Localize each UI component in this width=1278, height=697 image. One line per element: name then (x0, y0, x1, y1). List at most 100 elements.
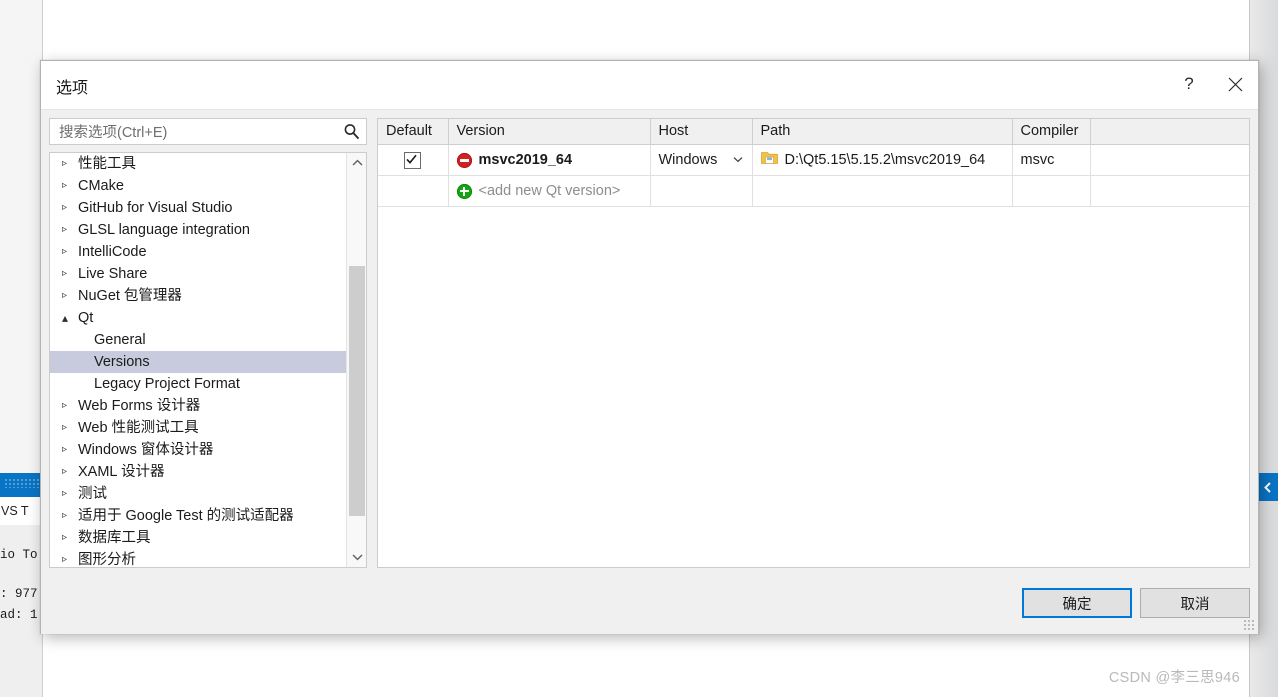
column-header-extra[interactable] (1090, 119, 1249, 145)
options-tree[interactable]: ▹ 性能工具 ▹ CMake ▹ GitHub for Visual Studio ▹ GLS… (49, 152, 367, 568)
tree-item-17[interactable]: ▹ 数据库工具 (50, 527, 346, 549)
triangle-right-icon[interactable]: ▹ (62, 285, 78, 307)
tree-item-label: XAML 设计器 (78, 464, 165, 480)
background-visual-studio-left: VS T io To : 977 ad: 1 (0, 0, 43, 697)
tree-item-1[interactable]: ▹ CMake (50, 175, 346, 197)
scrollbar-thumb[interactable] (349, 266, 365, 516)
tree-item-label: Live Share (78, 266, 148, 282)
table-row[interactable]: <add new Qt version> (378, 175, 1249, 207)
tree-item-label: Web Forms 设计器 (78, 398, 201, 414)
triangle-right-icon[interactable]: ▹ (62, 527, 78, 549)
column-header-host[interactable]: Host (650, 119, 753, 145)
triangle-right-icon[interactable]: ▹ (62, 241, 78, 263)
column-header-default[interactable]: Default (378, 119, 449, 145)
tree-item-2[interactable]: ▹ GitHub for Visual Studio (50, 197, 346, 219)
tree-item-7[interactable]: ▴ Qt (50, 307, 346, 329)
cell-host[interactable] (650, 175, 753, 207)
tree-item-4[interactable]: ▹ IntelliCode (50, 241, 346, 263)
titlebar-buttons: ? (1166, 61, 1258, 109)
default-checkbox[interactable] (404, 151, 422, 169)
column-header-compiler[interactable]: Compiler (1012, 119, 1091, 145)
cell-path[interactable] (752, 175, 1013, 207)
triangle-right-icon[interactable]: ▹ (62, 197, 78, 219)
console-line-2: : 977 (0, 587, 38, 601)
tree-item-8[interactable]: General (50, 329, 346, 351)
chevron-left-icon[interactable] (1256, 473, 1278, 501)
screen: VS T io To : 977 ad: 1 CSDN @李三思946 选项 ? (0, 0, 1278, 697)
tree-item-16[interactable]: ▹ 适用于 Google Test 的测试适配器 (50, 505, 346, 527)
help-button[interactable]: ? (1166, 61, 1212, 107)
cell-extra[interactable] (1090, 144, 1249, 176)
tree-item-label: 图形分析 (78, 552, 136, 568)
table-row[interactable]: msvc2019_64 Windows D:\Qt5.15\5.15.2\msv… (378, 144, 1249, 176)
cell-path[interactable]: D:\Qt5.15\5.15.2\msvc2019_64 (752, 144, 1013, 176)
cell-host[interactable]: Windows (650, 144, 753, 176)
ok-button[interactable]: 确定 (1022, 588, 1132, 618)
triangle-right-icon[interactable]: ▹ (62, 175, 78, 197)
background-console-output: io To : 977 ad: 1 (0, 525, 42, 697)
cell-version[interactable]: msvc2019_64 (448, 144, 651, 176)
folder-icon[interactable] (760, 151, 778, 169)
tree-scrollbar[interactable] (346, 153, 366, 567)
options-dialog: 选项 ? ▹性能工具▹CMake▹G (40, 60, 1259, 634)
triangle-right-icon[interactable]: ▹ (62, 153, 78, 175)
search-icon[interactable] (342, 122, 361, 141)
tree-item-0[interactable]: ▹ 性能工具 (50, 153, 346, 175)
tree-item-11[interactable]: ▹ Web Forms 设计器 (50, 395, 346, 417)
close-icon[interactable] (1212, 61, 1258, 107)
column-header-path[interactable]: Path (752, 119, 1013, 145)
add-new-version-label[interactable]: <add new Qt version> (479, 183, 621, 199)
tree-item-label: NuGet 包管理器 (78, 288, 182, 304)
triangle-right-icon[interactable]: ▹ (62, 483, 78, 505)
cell-default[interactable] (378, 175, 449, 207)
host-value: Windows (658, 152, 718, 168)
tree-item-label: GLSL language integration (78, 222, 250, 238)
cell-version[interactable]: <add new Qt version> (448, 175, 651, 207)
cell-extra[interactable] (1090, 175, 1249, 207)
dialog-titlebar: 选项 ? (41, 61, 1258, 110)
tree-item-13[interactable]: ▹ Windows 窗体设计器 (50, 439, 346, 461)
triangle-right-icon[interactable]: ▹ (62, 505, 78, 527)
tree-item-10[interactable]: Legacy Project Format (50, 373, 346, 395)
triangle-down-icon[interactable]: ▴ (62, 307, 78, 329)
console-line-0: io To (0, 548, 38, 562)
tree-item-18[interactable]: ▹ 图形分析 (50, 549, 346, 568)
cell-compiler[interactable] (1012, 175, 1091, 207)
dotted-pattern (4, 478, 42, 488)
console-line-3: ad: 1 (0, 608, 38, 622)
triangle-right-icon[interactable]: ▹ (62, 439, 78, 461)
tree-item-3[interactable]: ▹ GLSL language integration (50, 219, 346, 241)
chevron-down-icon[interactable] (347, 547, 366, 567)
add-circle-icon[interactable] (456, 183, 472, 199)
tree-item-5[interactable]: ▹ Live Share (50, 263, 346, 285)
tree-item-12[interactable]: ▹ Web 性能测试工具 (50, 417, 346, 439)
triangle-right-icon[interactable]: ▹ (62, 263, 78, 285)
triangle-right-icon[interactable]: ▹ (62, 219, 78, 241)
tree-item-label: Web 性能测试工具 (78, 420, 199, 436)
resize-grip[interactable] (1243, 619, 1255, 631)
cell-compiler[interactable]: msvc (1012, 144, 1091, 176)
cancel-button[interactable]: 取消 (1140, 588, 1250, 618)
tree-item-label: 性能工具 (78, 156, 136, 172)
tree-item-label: Qt (78, 310, 94, 326)
chevron-up-icon[interactable] (347, 153, 366, 173)
search-box[interactable] (49, 118, 367, 146)
tree-item-label: 适用于 Google Test 的测试适配器 (78, 508, 294, 524)
triangle-right-icon[interactable]: ▹ (62, 395, 78, 417)
tree-item-9[interactable]: Versions (50, 351, 346, 373)
tree-item-15[interactable]: ▹ 测试 (50, 483, 346, 505)
chevron-down-icon[interactable] (733, 155, 743, 166)
triangle-right-icon[interactable]: ▹ (62, 417, 78, 439)
triangle-right-icon[interactable]: ▹ (62, 549, 78, 567)
triangle-right-icon[interactable]: ▹ (62, 461, 78, 483)
background-tab-label: VS T (0, 497, 42, 526)
tree-item-14[interactable]: ▹ XAML 设计器 (50, 461, 346, 483)
column-header-version[interactable]: Version (448, 119, 651, 145)
background-selected-row (0, 473, 42, 497)
tree-item-6[interactable]: ▹ NuGet 包管理器 (50, 285, 346, 307)
search-input[interactable] (57, 119, 341, 146)
cell-default[interactable] (378, 144, 449, 176)
table-header-row: Default Version Host Path Compiler (378, 119, 1249, 145)
qt-versions-table[interactable]: Default Version Host Path Compiler msvc2… (377, 118, 1250, 568)
tree-item-label: 测试 (78, 486, 107, 502)
